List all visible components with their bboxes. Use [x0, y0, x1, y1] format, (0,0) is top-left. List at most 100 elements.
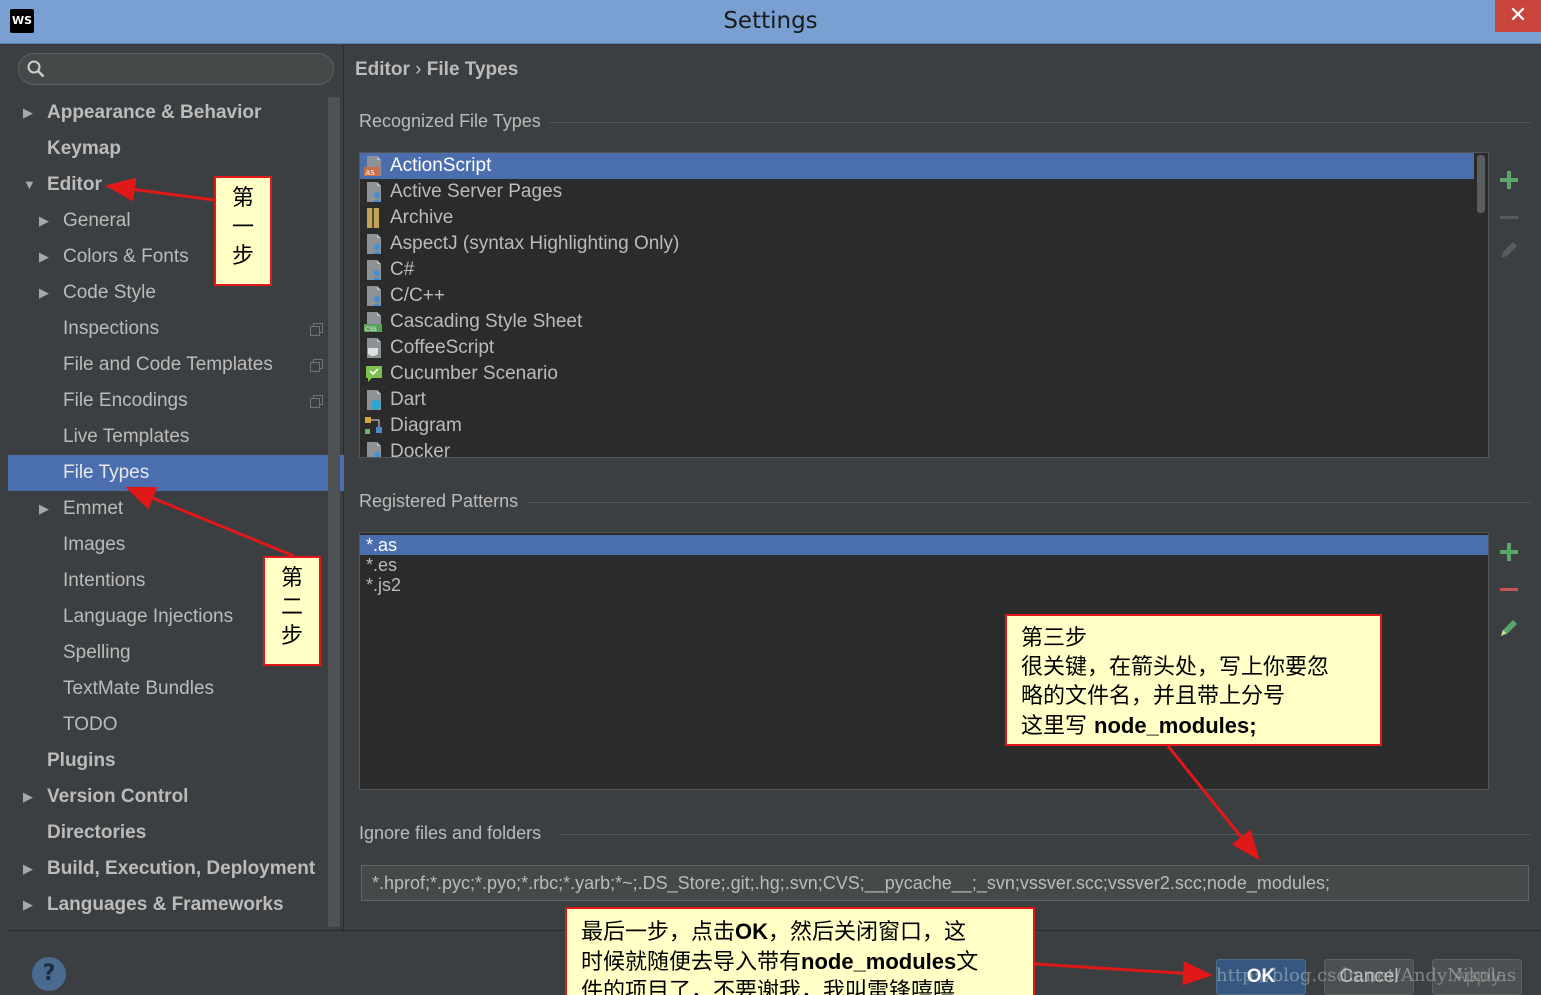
- step-three-callout: 第三步 很关键，在箭头处，写上你要忽 略的文件名，并且带上分号 这里写 node…: [1005, 614, 1382, 746]
- sidebar-scrollbar[interactable]: [328, 97, 340, 927]
- sidebar-item[interactable]: ▶ Emmet: [8, 491, 344, 527]
- close-window-button[interactable]: ✕: [1495, 0, 1541, 32]
- settings-search-input[interactable]: [18, 53, 334, 85]
- callout-text: 这里写: [1021, 714, 1094, 739]
- recognized-file-types-list[interactable]: AS ActionScript Active Server Pages Archive…: [359, 152, 1489, 458]
- file-type-row[interactable]: CoffeeScript: [360, 335, 1474, 361]
- sidebar-item[interactable]: TODO: [8, 707, 344, 743]
- dart-file-icon: [367, 390, 381, 410]
- patterns-toolbar: [1488, 532, 1528, 790]
- svg-text:AS: AS: [366, 169, 376, 177]
- collapsed-arrow-icon[interactable]: ▶: [23, 779, 33, 815]
- callout-text: 二: [280, 595, 303, 620]
- sidebar-item[interactable]: Directories: [8, 815, 344, 851]
- file-type-row[interactable]: Archive: [360, 205, 1474, 231]
- cpp-file-icon: [367, 286, 381, 306]
- expanded-arrow-icon[interactable]: ▼: [23, 167, 36, 203]
- breadcrumb: Editor › File Types: [355, 59, 518, 81]
- file-type-row[interactable]: Active Server Pages: [360, 179, 1474, 205]
- callout-text: 第三步: [1021, 626, 1088, 651]
- sidebar-item[interactable]: ▶ Appearance & Behavior: [8, 95, 344, 131]
- file-type-label: Docker: [390, 441, 451, 458]
- sidebar-item-label: Languages & Frameworks: [47, 894, 284, 915]
- sidebar-item-label: TextMate Bundles: [63, 678, 215, 699]
- sidebar-item[interactable]: File Types: [8, 455, 344, 491]
- sidebar-item[interactable]: File Encodings: [8, 383, 344, 419]
- callout-text: 略的文件名，并且带上分号: [1021, 684, 1286, 709]
- recognized-file-types-title: Recognized File Types: [359, 111, 541, 131]
- sidebar-item[interactable]: ▶ General: [8, 203, 344, 239]
- collapsed-arrow-icon[interactable]: ▶: [23, 887, 33, 923]
- project-scope-copy-icon: [310, 359, 323, 372]
- watermark-text: http://blog.csdn.net/AndyNikolas: [1216, 965, 1517, 986]
- add-file-type-icon[interactable]: [1497, 168, 1521, 192]
- edit-pattern-icon[interactable]: [1497, 616, 1521, 640]
- file-type-label: Archive: [390, 207, 454, 228]
- remove-pattern-icon[interactable]: [1497, 578, 1521, 602]
- callout-text: 时候就随便去导入带有: [581, 950, 802, 975]
- callout-text: ，然后关闭窗口，这: [768, 920, 967, 945]
- file-type-row[interactable]: Cucumber Scenario: [360, 361, 1474, 387]
- sidebar-item-label: General: [63, 210, 131, 231]
- ignore-files-title: Ignore files and folders: [359, 823, 542, 843]
- sidebar-item[interactable]: Inspections: [8, 311, 344, 347]
- collapsed-arrow-icon[interactable]: ▶: [23, 95, 33, 131]
- file-type-row[interactable]: Dart: [360, 387, 1474, 413]
- sidebar-item-label: Build, Execution, Deployment: [47, 858, 316, 879]
- file-type-label: Diagram: [390, 415, 462, 436]
- collapsed-arrow-icon[interactable]: ▶: [39, 203, 49, 239]
- sidebar-item-label: Language Injections: [63, 606, 234, 627]
- ignore-files-input[interactable]: *.hprof;*.pyc;*.pyo;*.rbc;*.yarb;*~;.DS_…: [361, 865, 1529, 901]
- section-divider: [527, 502, 1530, 503]
- sidebar-item[interactable]: Keymap: [8, 131, 344, 167]
- archive-file-icon: [367, 208, 379, 228]
- pattern-row[interactable]: *.es: [360, 555, 1488, 575]
- file-type-row[interactable]: C/C++: [360, 283, 1474, 309]
- sidebar-item-label: File Types: [63, 462, 150, 483]
- collapsed-arrow-icon[interactable]: ▶: [39, 491, 49, 527]
- section-divider: [550, 122, 1530, 123]
- sidebar-item[interactable]: ▶ Version Control: [8, 779, 344, 815]
- pattern-row[interactable]: *.js2: [360, 575, 1488, 595]
- remove-file-type-icon[interactable]: [1497, 206, 1521, 230]
- breadcrumb-parent[interactable]: Editor: [355, 59, 410, 80]
- callout-bold-text: node_modules: [801, 949, 957, 974]
- sidebar-item[interactable]: ▶ Languages & Frameworks: [8, 887, 344, 923]
- collapsed-arrow-icon[interactable]: ▶: [39, 275, 49, 311]
- sidebar-item[interactable]: Live Templates: [8, 419, 344, 455]
- search-icon: [27, 60, 45, 78]
- sidebar-item[interactable]: ▶ Build, Execution, Deployment: [8, 851, 344, 887]
- file-types-scrollbar-thumb[interactable]: [1477, 155, 1485, 213]
- callout-text: 很关键，在箭头处，写上你要忽: [1021, 655, 1330, 680]
- file-type-row[interactable]: CSS Cascading Style Sheet: [360, 309, 1474, 335]
- edit-file-type-icon[interactable]: [1497, 238, 1521, 262]
- file-type-row[interactable]: Diagram: [360, 413, 1474, 439]
- file-type-row[interactable]: AS ActionScript: [360, 153, 1474, 179]
- collapsed-arrow-icon[interactable]: ▶: [39, 239, 49, 275]
- sidebar-item-label: Directories: [47, 822, 147, 843]
- add-pattern-icon[interactable]: [1497, 540, 1521, 564]
- pattern-row[interactable]: *.as: [360, 535, 1488, 555]
- section-divider: [560, 834, 1530, 835]
- sidebar-item[interactable]: File and Code Templates: [8, 347, 344, 383]
- file-type-row[interactable]: Docker: [360, 439, 1474, 458]
- file-types-toolbar: [1488, 152, 1528, 458]
- callout-text: 第: [231, 186, 254, 211]
- sidebar-item[interactable]: TextMate Bundles: [8, 671, 344, 707]
- asp-file-icon: [367, 182, 381, 202]
- sidebar-item[interactable]: ▶ Colors & Fonts: [8, 239, 344, 275]
- help-button[interactable]: ?: [32, 957, 66, 991]
- window-title: Settings: [723, 8, 818, 34]
- file-type-row[interactable]: AspectJ (syntax Highlighting Only): [360, 231, 1474, 257]
- collapsed-arrow-icon[interactable]: ▶: [23, 851, 33, 887]
- sidebar-item[interactable]: Plugins: [8, 743, 344, 779]
- window-title-bar: WS Settings ✕: [0, 0, 1541, 44]
- file-types-scrollbar-track[interactable]: [1475, 153, 1487, 457]
- file-type-row[interactable]: C#: [360, 257, 1474, 283]
- project-scope-copy-icon: [310, 323, 323, 336]
- sidebar-item[interactable]: ▶ Code Style: [8, 275, 344, 311]
- file-type-label: C#: [390, 259, 415, 280]
- registered-patterns-title: Registered Patterns: [359, 491, 519, 511]
- callout-bold-text: OK: [735, 919, 769, 944]
- sidebar-item[interactable]: ▼ Editor: [8, 167, 344, 203]
